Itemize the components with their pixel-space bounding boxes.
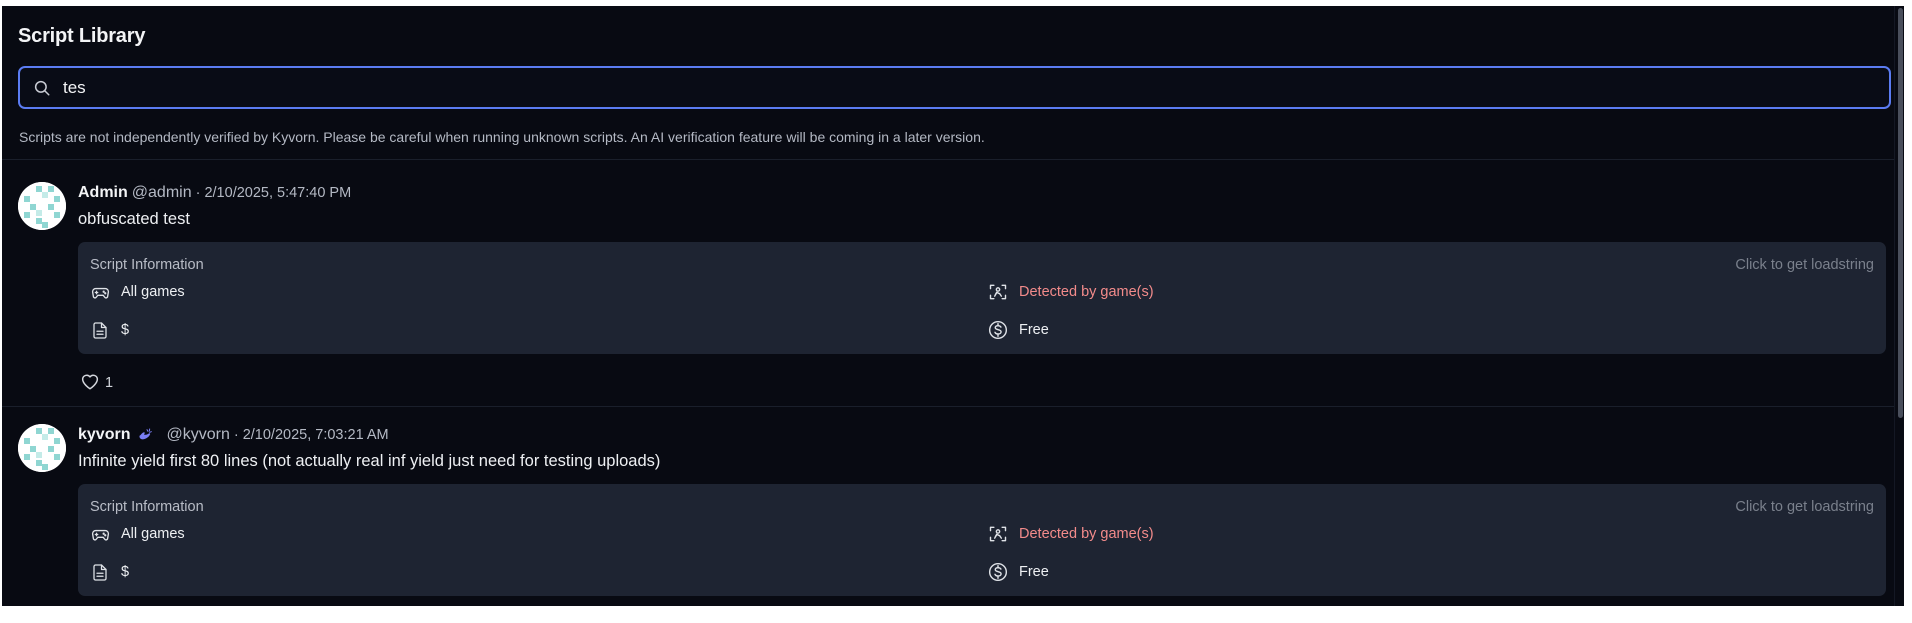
- post-timestamp: · 2/10/2025, 7:03:21 AM: [233, 427, 389, 443]
- detected-scan-icon: [988, 524, 1008, 544]
- gamepad-icon: [90, 282, 110, 302]
- script-info-label: Script Information: [90, 499, 204, 515]
- like-button[interactable]: 1: [80, 372, 113, 394]
- detected-scan-icon: [988, 282, 1008, 302]
- key-value: $: [121, 322, 130, 338]
- page-title: Script Library: [18, 25, 146, 47]
- post-title: Infinite yield first 80 lines (not actua…: [78, 452, 661, 470]
- detection-value: Detected by game(s): [1019, 284, 1154, 300]
- games-info: All games: [90, 282, 185, 302]
- author-handle[interactable]: @admin: [132, 184, 192, 202]
- get-loadstring-link[interactable]: Click to get loadstring: [1735, 257, 1874, 273]
- heart-icon: [80, 372, 100, 394]
- key-info: $: [90, 320, 129, 340]
- games-value: All games: [121, 526, 185, 542]
- search-input[interactable]: [55, 68, 1889, 107]
- post-header: kyvorn @kyvorn · 2/10/2025, 7:03:21 AM: [78, 426, 389, 444]
- script-info-label: Script Information: [90, 257, 204, 273]
- gamepad-icon: [90, 524, 110, 544]
- document-icon: [90, 320, 110, 340]
- key-value: $: [121, 564, 130, 580]
- search-icon: [33, 77, 55, 99]
- post-header: Admin @admin · 2/10/2025, 5:47:40 PM: [78, 184, 351, 202]
- search-box[interactable]: [18, 66, 1891, 109]
- get-loadstring-link[interactable]: Click to get loadstring: [1735, 499, 1874, 515]
- document-icon: [90, 562, 110, 582]
- scrollbar[interactable]: [1894, 6, 1904, 606]
- verification-disclaimer: Scripts are not independently verified b…: [19, 129, 985, 145]
- author-handle[interactable]: @kyvorn: [166, 426, 229, 444]
- avatar[interactable]: [18, 182, 66, 230]
- avatar[interactable]: [18, 424, 66, 472]
- dollar-circle-icon: [988, 562, 1008, 582]
- author-name[interactable]: Admin: [78, 184, 128, 202]
- post-title: obfuscated test: [78, 210, 190, 228]
- dollar-circle-icon: [988, 320, 1008, 340]
- detection-info: Detected by game(s): [988, 524, 1154, 544]
- detection-value: Detected by game(s): [1019, 526, 1154, 542]
- script-info-card[interactable]: Script Information Click to get loadstri…: [78, 242, 1886, 354]
- detection-info: Detected by game(s): [988, 282, 1154, 302]
- games-value: All games: [121, 284, 185, 300]
- price-value: Free: [1019, 564, 1049, 580]
- price-info: Free: [988, 320, 1049, 340]
- script-library-panel: Script Library Scripts are not independe…: [2, 6, 1904, 606]
- games-info: All games: [90, 524, 185, 544]
- author-name[interactable]: kyvorn: [78, 426, 130, 444]
- script-info-card[interactable]: Script Information Click to get loadstri…: [78, 484, 1886, 596]
- price-value: Free: [1019, 322, 1049, 338]
- like-count: 1: [105, 375, 114, 391]
- script-post: Admin @admin · 2/10/2025, 5:47:40 PM obf…: [2, 160, 1894, 407]
- verified-badge-icon: [136, 426, 154, 444]
- script-post: kyvorn @kyvorn · 2/10/2025, 7:03:21 AM I…: [2, 407, 1894, 606]
- scrollbar-thumb[interactable]: [1898, 8, 1903, 418]
- key-info: $: [90, 562, 129, 582]
- price-info: Free: [988, 562, 1049, 582]
- post-timestamp: · 2/10/2025, 5:47:40 PM: [195, 185, 352, 201]
